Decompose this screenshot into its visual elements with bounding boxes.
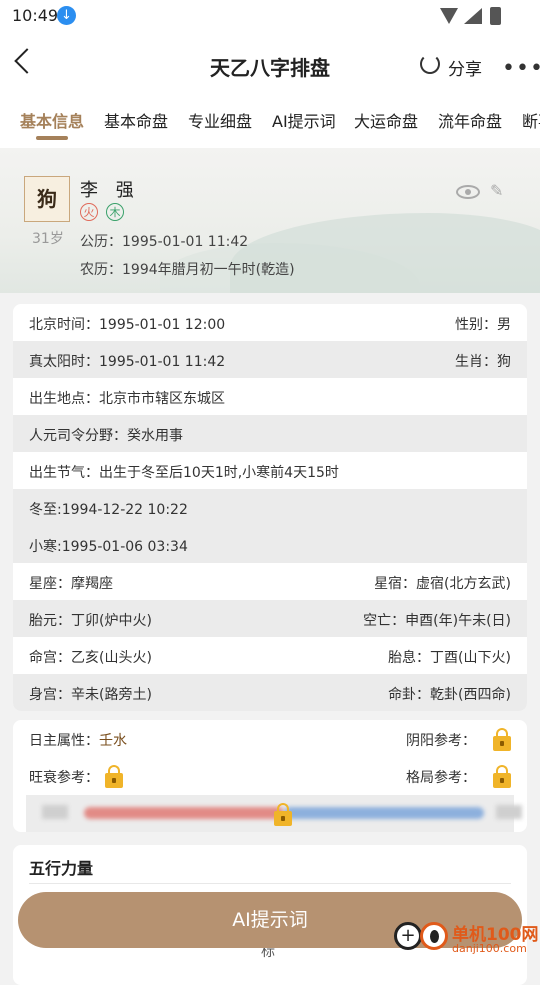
attribute-card: 日主属性：壬水 阴阳参考： 旺衰参考： 格局参考：	[13, 720, 527, 832]
element-badge-fire: 火	[80, 203, 98, 221]
five-elements-title: 五行力量	[29, 859, 94, 878]
info-row-left: 星座：摩羯座	[29, 576, 113, 592]
solar-date: 公历：1995-01-01 11:42	[80, 234, 249, 250]
tab-basic-info[interactable]: 基本信息	[20, 108, 84, 132]
divider	[29, 883, 511, 884]
info-row: 身宫：辛未(路旁土) 命卦：乾卦(西四命)	[13, 674, 527, 711]
blurred-value	[42, 805, 68, 819]
lunar-date: 农历：1994年腊月初一午时(乾造)	[80, 262, 295, 278]
info-row-left: 小寒:1995-01-06 03:34	[29, 539, 188, 555]
watermark-plus-icon: +	[394, 922, 422, 950]
info-row-left: 出生地点：北京市市辖区东城区	[29, 391, 225, 407]
info-row: 人元司令分野：癸水用事	[13, 415, 527, 452]
wifi-icon	[440, 8, 458, 24]
edit-icon[interactable]: ✎	[490, 182, 508, 200]
info-row-left: 身宫：辛未(路旁土)	[29, 687, 152, 703]
day-master-row: 日主属性：壬水	[29, 730, 127, 750]
tab-active-indicator	[36, 136, 68, 140]
info-row: 出生地点：北京市市辖区东城区	[13, 378, 527, 415]
app-header: 天乙八字排盘 分享 •••	[0, 32, 540, 100]
more-menu-icon[interactable]: •••	[502, 56, 540, 81]
person-name: 李 强	[80, 180, 140, 201]
system-icons	[440, 6, 510, 26]
info-row: 星座：摩羯座 星宿：虚宿(北方玄武)	[13, 563, 527, 600]
info-row: 真太阳时：1995-01-01 11:42 生肖：狗	[13, 341, 527, 378]
info-row-left: 北京时间：1995-01-01 12:00	[29, 317, 226, 333]
info-row: 冬至:1994-12-22 10:22 小寒:1995-01-06 03:34	[13, 489, 527, 563]
blurred-value	[496, 805, 522, 819]
tab-bar: 基本信息 基本命盘 专业细盘 AI提示词 大运命盘 流年命盘 断事	[0, 100, 540, 148]
info-row-right: 性别：男	[455, 317, 511, 333]
tab-basic-chart[interactable]: 基本命盘	[104, 108, 168, 132]
info-row: 命宫：乙亥(山头火) 胎息：丁酉(山下火)	[13, 637, 527, 674]
pattern-label: 格局参考：	[406, 770, 476, 786]
share-icon[interactable]	[420, 54, 440, 74]
signal-icon	[464, 8, 482, 24]
status-bar: 10:49 ↓	[0, 0, 540, 32]
strength-label: 旺衰参考：	[29, 770, 99, 786]
watermark-url: danji100.com	[452, 942, 527, 955]
strength-bar-blue	[284, 807, 484, 819]
zodiac-avatar: 狗	[24, 176, 70, 222]
eye-icon[interactable]	[456, 185, 480, 199]
info-row-right: 空亡：申酉(年)午未(日)	[363, 613, 511, 629]
birth-info-card: 北京时间：1995-01-01 12:00 性别：男 真太阳时：1995-01-…	[13, 304, 527, 711]
download-icon: ↓	[57, 6, 76, 25]
info-row-left: 冬至:1994-12-22 10:22	[29, 502, 188, 518]
profile-panel: 狗 31岁 李 强 火 木 公历：1995-01-01 11:42 农历：199…	[0, 148, 540, 293]
info-row-left: 真太阳时：1995-01-01 11:42	[29, 354, 226, 370]
lock-icon[interactable]	[105, 765, 123, 788]
info-row-right: 生肖：狗	[455, 354, 511, 370]
day-master-label: 日主属性：	[29, 733, 99, 749]
strength-bar	[26, 795, 522, 832]
day-master-value: 壬水	[99, 733, 127, 749]
info-row-left: 胎元：丁卯(炉中火)	[29, 613, 152, 629]
info-row: 北京时间：1995-01-01 12:00 性别：男	[13, 304, 527, 341]
tab-ai-prompt[interactable]: AI提示词	[272, 108, 336, 132]
tab-pro-chart[interactable]: 专业细盘	[188, 108, 252, 132]
element-badge-wood: 木	[106, 203, 124, 221]
info-row-right: 星宿：虚宿(北方玄武)	[374, 576, 511, 592]
watermark-eye-icon	[420, 922, 448, 950]
watermark-logo: + 单机100网 danji100.com	[392, 918, 540, 960]
info-row-left: 人元司令分野：癸水用事	[29, 428, 183, 444]
lock-icon[interactable]	[274, 803, 292, 826]
tab-judgement[interactable]: 断事	[522, 108, 540, 132]
age-label: 31岁	[32, 231, 64, 247]
tab-dayun-chart[interactable]: 大运命盘	[354, 108, 418, 132]
status-time: 10:49	[12, 6, 59, 25]
mountain-decoration	[230, 213, 540, 293]
info-row-right: 胎息：丁酉(山下火)	[388, 650, 511, 666]
lock-icon[interactable]	[493, 765, 511, 788]
info-row-left: 出生节气：出生于冬至后10天1时,小寒前4天15时	[29, 465, 339, 481]
info-row-right: 命卦：乾卦(西四命)	[388, 687, 511, 703]
info-row: 出生节气：出生于冬至后10天1时,小寒前4天15时	[13, 452, 527, 489]
info-row-left: 命宫：乙亥(山头火)	[29, 650, 152, 666]
tab-liunian-chart[interactable]: 流年命盘	[438, 108, 502, 132]
battery-icon	[490, 7, 501, 25]
info-row: 胎元：丁卯(炉中火) 空亡：申酉(年)午未(日)	[13, 600, 527, 637]
share-button[interactable]: 分享	[448, 55, 482, 80]
lock-icon[interactable]	[493, 728, 511, 751]
strength-bar-red	[84, 807, 284, 819]
yinyang-label: 阴阳参考：	[406, 733, 476, 749]
